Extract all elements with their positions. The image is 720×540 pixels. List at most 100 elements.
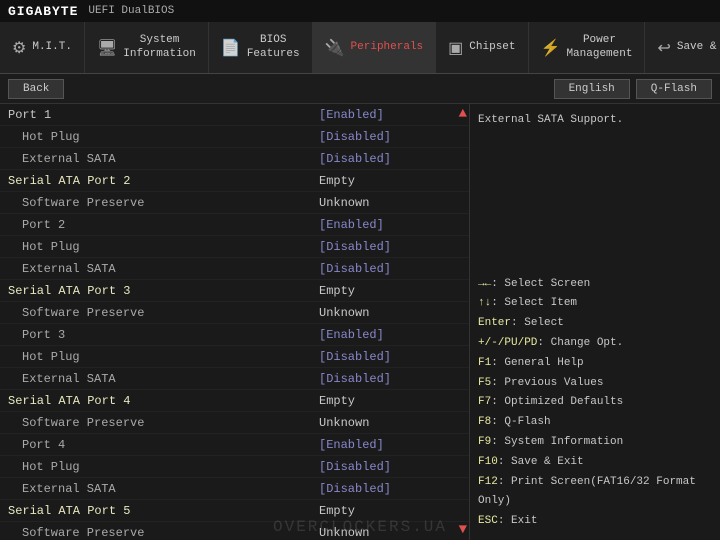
system-icon: 🖥: [97, 38, 117, 58]
table-row[interactable]: Port 1[Enabled]: [0, 104, 469, 126]
row-label: Port 4: [0, 438, 319, 452]
key-help-line: F10: Save & Exit: [478, 453, 712, 473]
key-help-line: Enter: Select: [478, 314, 712, 334]
row-label: External SATA: [0, 152, 319, 166]
row-value: [Disabled]: [319, 372, 469, 386]
row-value: [Enabled]: [319, 218, 469, 232]
row-value: Unknown: [319, 416, 469, 430]
nav-item-system[interactable]: 🖥 System Information: [85, 22, 209, 73]
chipset-icon: ▣: [448, 38, 463, 58]
key-help-line: F12: Print Screen(FAT16/32 Format Only): [478, 473, 712, 513]
row-label: Software Preserve: [0, 526, 319, 540]
key-help-line: ↑↓: Select Item: [478, 294, 712, 314]
table-row[interactable]: Software PreserveUnknown: [0, 412, 469, 434]
table-row[interactable]: Port 2[Enabled]: [0, 214, 469, 236]
dualbios-label: UEFI DualBIOS: [88, 5, 174, 17]
table-row[interactable]: External SATA[Disabled]: [0, 148, 469, 170]
row-label: Software Preserve: [0, 196, 319, 210]
row-label: Hot Plug: [0, 350, 319, 364]
mit-icon: ⚙: [12, 38, 26, 58]
row-label: Hot Plug: [0, 460, 319, 474]
row-value: [Disabled]: [319, 240, 469, 254]
scroll-down-arrow[interactable]: ▼: [459, 522, 467, 538]
row-label: External SATA: [0, 482, 319, 496]
row-value: [Disabled]: [319, 482, 469, 496]
row-label: Port 3: [0, 328, 319, 342]
row-label: Serial ATA Port 5: [0, 504, 319, 518]
row-value: [Enabled]: [319, 328, 469, 342]
settings-panel: Port 1[Enabled]Hot Plug[Disabled]Externa…: [0, 104, 470, 540]
table-row[interactable]: External SATA[Disabled]: [0, 478, 469, 500]
key-help: →←: Select Screen↑↓: Select ItemEnter: S…: [478, 275, 712, 532]
table-row[interactable]: Port 4[Enabled]: [0, 434, 469, 456]
chipset-label: Chipset: [469, 41, 515, 54]
back-button[interactable]: Back: [8, 79, 64, 99]
key-help-line: F9: System Information: [478, 433, 712, 453]
row-value: [Disabled]: [319, 152, 469, 166]
table-row[interactable]: Software PreserveUnknown: [0, 302, 469, 324]
row-value: Empty: [319, 504, 469, 518]
row-label: Software Preserve: [0, 416, 319, 430]
row-label: Hot Plug: [0, 130, 319, 144]
nav-item-mit[interactable]: ⚙ M.I.T.: [0, 22, 85, 73]
row-label: External SATA: [0, 262, 319, 276]
toolbar: Back English Q-Flash: [0, 74, 720, 104]
table-row[interactable]: Serial ATA Port 2Empty: [0, 170, 469, 192]
power-icon: ⚡: [541, 38, 561, 58]
table-row[interactable]: Hot Plug[Disabled]: [0, 456, 469, 478]
row-value: Empty: [319, 284, 469, 298]
table-row[interactable]: External SATA[Disabled]: [0, 258, 469, 280]
row-label: External SATA: [0, 372, 319, 386]
bios-icon: 📄: [221, 38, 241, 58]
help-description: External SATA Support.: [478, 112, 712, 130]
save-label: Save & Exit: [677, 41, 720, 54]
nav-item-bios[interactable]: 📄 BIOS Features: [209, 22, 313, 73]
row-value: [Disabled]: [319, 350, 469, 364]
row-label: Serial ATA Port 3: [0, 284, 319, 298]
key-help-line: F1: General Help: [478, 354, 712, 374]
english-button[interactable]: English: [554, 79, 630, 99]
table-row[interactable]: Software PreserveUnknown: [0, 192, 469, 214]
qflash-button[interactable]: Q-Flash: [636, 79, 712, 99]
bios-label: BIOS Features: [247, 34, 300, 60]
row-label: Port 2: [0, 218, 319, 232]
scroll-up-arrow[interactable]: ▲: [459, 106, 467, 122]
key-help-line: F8: Q-Flash: [478, 413, 712, 433]
table-row[interactable]: Software PreserveUnknown: [0, 522, 469, 540]
table-row[interactable]: Serial ATA Port 3Empty: [0, 280, 469, 302]
row-label: Software Preserve: [0, 306, 319, 320]
table-row[interactable]: Serial ATA Port 5Empty: [0, 500, 469, 522]
row-value: Empty: [319, 174, 469, 188]
mit-label: M.I.T.: [32, 41, 72, 54]
key-help-line: F5: Previous Values: [478, 374, 712, 394]
table-row[interactable]: Serial ATA Port 4Empty: [0, 390, 469, 412]
row-value: [Disabled]: [319, 262, 469, 276]
brand-label: GIGABYTE: [8, 4, 78, 19]
main-content: Port 1[Enabled]Hot Plug[Disabled]Externa…: [0, 104, 720, 540]
row-value: [Enabled]: [319, 438, 469, 452]
row-value: Unknown: [319, 306, 469, 320]
row-value: [Disabled]: [319, 460, 469, 474]
power-label: Power Management: [566, 34, 632, 60]
row-label: Hot Plug: [0, 240, 319, 254]
table-row[interactable]: Port 3[Enabled]: [0, 324, 469, 346]
help-panel: External SATA Support. →←: Select Screen…: [470, 104, 720, 540]
topbar: GIGABYTE UEFI DualBIOS: [0, 0, 720, 22]
table-row[interactable]: Hot Plug[Disabled]: [0, 236, 469, 258]
row-label: Serial ATA Port 4: [0, 394, 319, 408]
key-help-line: F7: Optimized Defaults: [478, 393, 712, 413]
key-help-line: ESC: Exit: [478, 512, 712, 532]
system-label: System Information: [123, 34, 196, 60]
table-row[interactable]: External SATA[Disabled]: [0, 368, 469, 390]
nav-item-power[interactable]: ⚡Power Management: [529, 22, 646, 73]
nav-item-save[interactable]: ↩Save & Exit: [645, 22, 720, 73]
nav-item-chipset[interactable]: ▣ Chipset: [436, 22, 528, 73]
key-help-line: +/-/PU/PD: Change Opt.: [478, 334, 712, 354]
nav-item-peripherals[interactable]: 🔌Peripherals: [313, 22, 437, 73]
table-row[interactable]: Hot Plug[Disabled]: [0, 346, 469, 368]
row-value: Unknown: [319, 196, 469, 210]
row-value: [Enabled]: [319, 108, 469, 122]
table-row[interactable]: Hot Plug[Disabled]: [0, 126, 469, 148]
row-label: Port 1: [0, 108, 319, 122]
row-value: [Disabled]: [319, 130, 469, 144]
